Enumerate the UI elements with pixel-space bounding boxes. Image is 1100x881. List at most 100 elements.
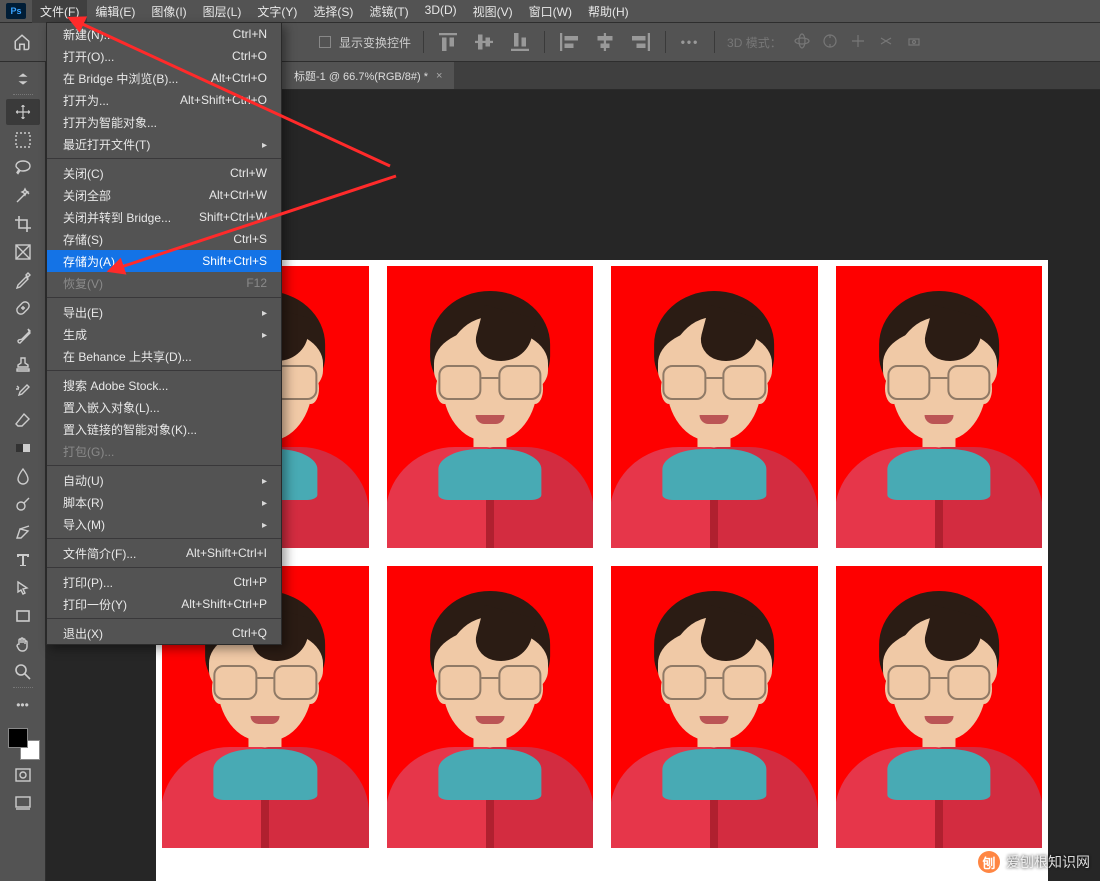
move-tool-icon[interactable] <box>6 99 40 125</box>
align-right-icon[interactable] <box>629 30 653 54</box>
separator <box>8 687 38 690</box>
pan-3d-icon[interactable] <box>850 33 866 52</box>
foreground-color-swatch[interactable] <box>8 728 28 748</box>
menu-item[interactable]: 搜索 Adobe Stock... <box>47 374 281 396</box>
app-logo: Ps <box>6 3 26 19</box>
hand-tool-icon[interactable] <box>6 631 40 657</box>
menu-item[interactable]: 自动(U) <box>47 469 281 491</box>
align-top-icon[interactable] <box>436 30 460 54</box>
blur-tool-icon[interactable] <box>6 463 40 489</box>
id-photo <box>387 266 594 548</box>
id-photo <box>836 566 1043 848</box>
menu-item[interactable]: 退出(X) Ctrl+Q <box>47 622 281 644</box>
id-photo <box>611 266 818 548</box>
home-icon[interactable] <box>8 28 36 56</box>
watermark-text: 爱刨根知识网 <box>1006 852 1090 872</box>
pen-tool-icon[interactable] <box>6 519 40 545</box>
menu-threeD[interactable]: 3D(D) <box>417 0 465 23</box>
eraser-tool-icon[interactable] <box>6 407 40 433</box>
orbit-3d-icon[interactable] <box>794 33 810 52</box>
menu-item[interactable]: 导入(M) <box>47 513 281 535</box>
more-options-icon[interactable]: ••• <box>678 30 702 54</box>
menu-item[interactable]: 文件简介(F)...Alt+Shift+Ctrl+I <box>47 542 281 564</box>
menu-item[interactable]: 导出(E) <box>47 301 281 323</box>
menu-item: 打包(G)... <box>47 440 281 462</box>
lasso-tool-icon[interactable] <box>6 155 40 181</box>
menu-separator <box>47 538 281 539</box>
menu-item[interactable]: 生成 <box>47 323 281 345</box>
crop-tool-icon[interactable] <box>6 211 40 237</box>
frame-tool-icon[interactable] <box>6 239 40 265</box>
document-canvas[interactable] <box>156 260 1048 881</box>
menu-item-shortcut: Alt+Shift+Ctrl+P <box>181 597 267 611</box>
divider <box>714 31 715 53</box>
menu-separator <box>47 465 281 466</box>
stamp-tool-icon[interactable] <box>6 351 40 377</box>
divider <box>665 31 666 53</box>
menu-item-shortcut: Ctrl+Q <box>232 626 267 640</box>
align-vcenter-icon[interactable] <box>472 30 496 54</box>
photo-grid <box>156 260 1048 854</box>
mode-3d-label: 3D 模式： <box>727 34 782 51</box>
zoom-tool-icon[interactable] <box>6 659 40 685</box>
tools-panel: ••• <box>0 62 46 881</box>
separator <box>8 94 38 97</box>
gradient-tool-icon[interactable] <box>6 435 40 461</box>
menu-item-shortcut: Alt+Shift+Ctrl+I <box>186 546 267 560</box>
menu-item-label: 退出(X) <box>63 625 103 642</box>
history-brush-tool-icon[interactable] <box>6 379 40 405</box>
slide-3d-icon[interactable] <box>878 33 894 52</box>
screenmode-tool-icon[interactable] <box>6 790 40 816</box>
menu-item-shortcut <box>262 517 267 531</box>
menu-item-label: 导入(M) <box>63 516 105 533</box>
menu-item-shortcut: Ctrl+P <box>233 575 267 589</box>
quickmask-tool-icon[interactable] <box>6 762 40 788</box>
heal-tool-icon[interactable] <box>6 295 40 321</box>
annotation-arrow <box>106 170 406 293</box>
menu-help[interactable]: 帮助(H) <box>580 0 637 23</box>
dodge-tool-icon[interactable] <box>6 491 40 517</box>
menu-item-label: 打包(G)... <box>63 443 114 460</box>
menu-separator <box>47 618 281 619</box>
align-hcenter-icon[interactable] <box>593 30 617 54</box>
rectangle-shape-tool-icon[interactable] <box>6 603 40 629</box>
menu-item-label: 生成 <box>63 326 87 343</box>
align-left-icon[interactable] <box>557 30 581 54</box>
divider <box>423 31 424 53</box>
color-swatches[interactable] <box>6 726 40 760</box>
brush-tool-icon[interactable] <box>6 323 40 349</box>
magic-wand-tool-icon[interactable] <box>6 183 40 209</box>
menu-item[interactable]: 打印一份(Y)Alt+Shift+Ctrl+P <box>47 593 281 615</box>
menu-item-label: 脚本(R) <box>63 494 104 511</box>
close-tab-icon[interactable]: × <box>436 70 442 82</box>
type-tool-icon[interactable] <box>6 547 40 573</box>
menu-item-label: 打印(P)... <box>63 574 113 591</box>
scale-3d-icon[interactable] <box>906 33 922 52</box>
menu-item-label: 搜索 Adobe Stock... <box>63 377 168 394</box>
id-photo <box>611 566 818 848</box>
menu-item-label: 恢复(V) <box>63 275 103 292</box>
eyedropper-tool-icon[interactable] <box>6 267 40 293</box>
menu-item-label: 在 Behance 上共享(D)... <box>63 348 192 365</box>
menu-window[interactable]: 窗口(W) <box>521 0 580 23</box>
edit-toolbar-icon[interactable]: ••• <box>6 692 40 718</box>
collapse-toolbar-icon[interactable] <box>6 66 40 92</box>
path-select-tool-icon[interactable] <box>6 575 40 601</box>
menu-item-shortcut <box>262 305 267 319</box>
menu-item-label: 存储(S) <box>63 231 103 248</box>
menu-item[interactable]: 在 Behance 上共享(D)... <box>47 345 281 367</box>
menu-item-shortcut <box>262 473 267 487</box>
menu-view[interactable]: 视图(V) <box>465 0 521 23</box>
align-bottom-icon[interactable] <box>508 30 532 54</box>
menu-item[interactable]: 脚本(R) <box>47 491 281 513</box>
marquee-tool-icon[interactable] <box>6 127 40 153</box>
menu-item[interactable]: 置入链接的智能对象(K)... <box>47 418 281 440</box>
annotation-arrow <box>70 16 400 189</box>
divider <box>544 31 545 53</box>
menu-item-label: 自动(U) <box>63 472 104 489</box>
menu-item[interactable]: 打印(P)... Ctrl+P <box>47 571 281 593</box>
menu-separator <box>47 567 281 568</box>
menu-item[interactable]: 置入嵌入对象(L)... <box>47 396 281 418</box>
rotate-3d-icon[interactable] <box>822 33 838 52</box>
menu-item-shortcut <box>262 495 267 509</box>
